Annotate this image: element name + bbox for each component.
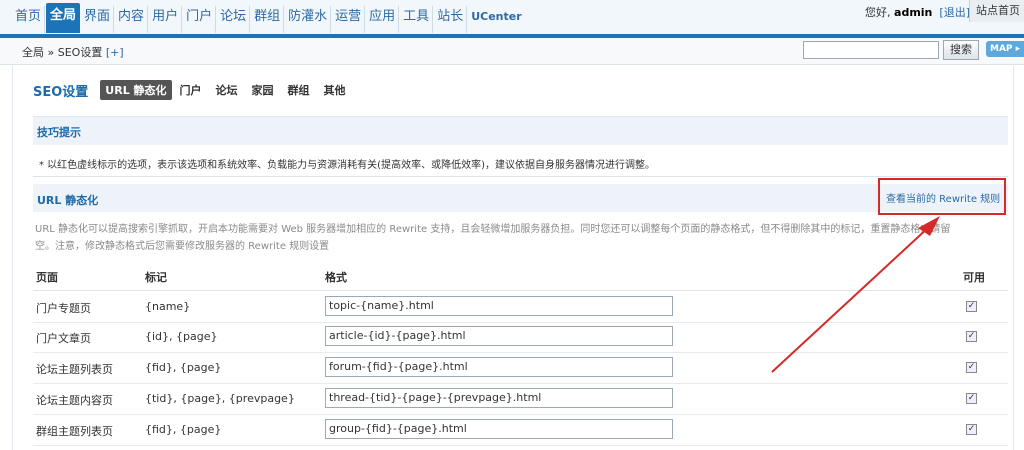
header-page: 页面 xyxy=(36,271,58,284)
table-row: 群组主题列表页 {fid}, {page} group-{fid}-{page}… xyxy=(33,415,1008,446)
map-button[interactable]: MAP ▸ xyxy=(986,41,1024,57)
nav-item-forum[interactable]: 论坛 xyxy=(217,6,251,33)
nav-item-tools[interactable]: 工具 xyxy=(400,6,434,33)
search-button[interactable]: 搜索 xyxy=(943,40,979,60)
nav-item-webmaster[interactable]: 站长 xyxy=(434,6,468,33)
tips-header: 技巧提示 xyxy=(33,116,1008,145)
breadcrumb-bar: 全局 » SEO设置 [+] 搜索 MAP ▸ xyxy=(0,38,1024,65)
row-mark: {fid}, {page} xyxy=(145,361,222,374)
site-home-link[interactable]: 站点首页 xyxy=(969,0,1024,22)
url-static-title: URL 静态化 xyxy=(37,194,99,207)
format-field[interactable]: forum-{fid}-{page}.html xyxy=(325,357,673,377)
format-field[interactable]: article-{id}-{page}.html xyxy=(325,326,673,346)
enabled-checkbox[interactable]: ✓ xyxy=(966,331,977,342)
header-enabled: 可用 xyxy=(963,271,985,284)
enabled-checkbox[interactable]: ✓ xyxy=(966,424,977,435)
table-row: 门户专题页 {name} topic-{name}.html ✓ xyxy=(33,292,1008,323)
rewrite-rules-link[interactable]: 查看当前的 Rewrite 规则 xyxy=(886,190,1000,205)
header-mark: 标记 xyxy=(145,271,167,284)
tab-portal[interactable]: 门户 xyxy=(180,82,202,98)
row-mark: {tid}, {page}, {prevpage} xyxy=(145,392,295,405)
row-page: 论坛主题列表页 xyxy=(36,363,113,376)
tab-home[interactable]: 家园 xyxy=(252,82,274,98)
nav-item-antispam[interactable]: 防灌水 xyxy=(285,6,332,33)
rewrite-rules-highlight: 查看当前的 Rewrite 规则 xyxy=(878,178,1006,215)
enabled-checkbox[interactable]: ✓ xyxy=(966,393,977,404)
nav-item-portal[interactable]: 门户 xyxy=(183,6,217,33)
row-page: 门户文章页 xyxy=(36,332,91,345)
divider xyxy=(33,176,1008,177)
table-row: 论坛主题内容页 {tid}, {page}, {prevpage} thread… xyxy=(33,384,1008,415)
format-field[interactable]: thread-{tid}-{page}-{prevpage}.html xyxy=(325,388,673,408)
nav-item-group[interactable]: 群组 xyxy=(251,6,285,33)
tip-text: * 以红色虚线标示的选项，表示该选项和系统效率、负载能力与资源消耗有关(提高效率… xyxy=(39,160,655,171)
top-nav-items: 首页 全局 界面 内容 用户 门户 论坛 群组 防灌水 运营 应用 工具 站长 … xyxy=(12,3,526,33)
header-format: 格式 xyxy=(325,271,347,284)
nav-item-interface[interactable]: 界面 xyxy=(81,6,115,33)
row-mark: {name} xyxy=(145,300,191,313)
tab-url-static[interactable]: URL 静态化 xyxy=(100,80,172,100)
page-title: SEO设置 xyxy=(33,84,89,100)
seo-tabs: SEO设置 URL 静态化 门户 论坛 家园 群组 其他 xyxy=(33,80,360,100)
main-content: SEO设置 URL 静态化 门户 论坛 家园 群组 其他 技巧提示 * 以红色虚… xyxy=(12,66,1014,450)
table-row: 门户文章页 {id}, {page} article-{id}-{page}.h… xyxy=(33,322,1008,353)
format-field[interactable]: topic-{name}.html xyxy=(325,296,673,316)
tips-title: 技巧提示 xyxy=(37,126,81,139)
nav-item-users[interactable]: 用户 xyxy=(149,6,183,33)
url-static-description: URL 静态化可以提高搜索引擎抓取，开启本功能需要对 Web 服务器增加相应的 … xyxy=(35,224,951,252)
top-navigation: 首页 全局 界面 内容 用户 门户 论坛 群组 防灌水 运营 应用 工具 站长 … xyxy=(0,0,1024,38)
nav-item-ucenter[interactable]: UCenter xyxy=(468,6,524,33)
tab-forum[interactable]: 论坛 xyxy=(216,82,238,98)
enabled-checkbox[interactable]: ✓ xyxy=(966,362,977,373)
row-page: 门户专题页 xyxy=(36,302,91,315)
format-field[interactable]: group-{fid}-{page}.html xyxy=(325,419,673,439)
nav-item-operation[interactable]: 运营 xyxy=(332,6,366,33)
tab-other[interactable]: 其他 xyxy=(324,82,346,98)
row-page: 论坛主题内容页 xyxy=(36,394,113,407)
nav-item-home[interactable]: 首页 xyxy=(12,6,46,33)
row-mark: {id}, {page} xyxy=(145,330,218,343)
nav-item-apps[interactable]: 应用 xyxy=(366,6,400,33)
nav-item-global[interactable]: 全局 xyxy=(46,3,81,33)
table-row: 论坛主题列表页 {fid}, {page} forum-{fid}-{page}… xyxy=(33,353,1008,384)
breadcrumb: 全局 » SEO设置 [+] xyxy=(22,44,124,60)
tab-group[interactable]: 群组 xyxy=(288,82,310,98)
enabled-checkbox[interactable]: ✓ xyxy=(966,301,977,312)
nav-item-content[interactable]: 内容 xyxy=(115,6,149,33)
logout-link[interactable]: [退出] xyxy=(939,6,970,19)
greeting-text: 您好, xyxy=(865,6,891,19)
breadcrumb-text: 全局 » SEO设置 xyxy=(22,46,103,59)
add-shortcut-link[interactable]: [+] xyxy=(106,46,124,59)
table-header: 页面 标记 格式 可用 xyxy=(33,262,1008,291)
url-static-header: URL 静态化 xyxy=(33,184,1008,212)
user-bar: 您好, admin [退出] xyxy=(865,4,970,20)
row-mark: {fid}, {page} xyxy=(145,423,222,436)
search-input[interactable] xyxy=(803,41,939,59)
username: admin xyxy=(894,6,933,19)
row-page: 群组主题列表页 xyxy=(36,425,113,438)
